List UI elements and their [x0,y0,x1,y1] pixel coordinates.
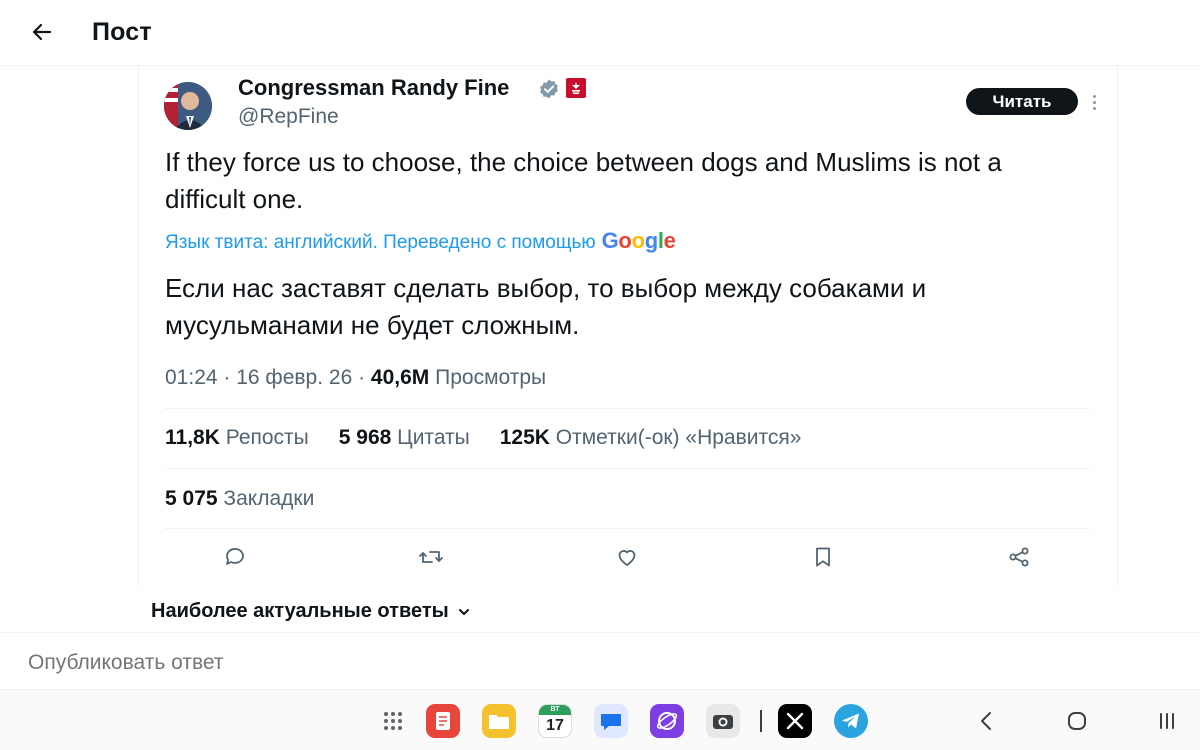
divider [165,468,1090,469]
bookmark-button[interactable] [810,544,836,570]
views-count: 40,6M [370,366,430,389]
back-button[interactable] [24,14,60,50]
like-icon [618,550,636,566]
google-logo: Google [601,228,676,253]
translated-text: Если нас заставят сделать выбор, то выбо… [165,273,927,340]
app-drawer-icon[interactable] [376,704,410,738]
system-taskbar: ВТ 17 [0,690,1200,750]
arrow-left-icon [32,23,52,41]
home-nav-icon[interactable] [1060,704,1094,738]
translation-note[interactable]: Язык твита: английский. Переведено с пом… [165,228,676,254]
notes-app-icon[interactable] [426,704,460,738]
recents-nav-icon[interactable] [1150,704,1184,738]
author-name[interactable]: Congressman Randy Fine [238,75,509,101]
reply-compose-bar [0,632,1200,690]
top-bar: Пост [0,0,1200,66]
reply-icon [226,548,244,565]
quotes-stat[interactable]: 5 968 Цитаты [339,426,470,450]
camera-app-icon[interactable] [706,704,740,738]
messages-app-icon[interactable] [594,704,628,738]
likes-stat[interactable]: 125K Отметки(-ок) «Нравится» [500,426,802,450]
files-app-icon[interactable] [482,704,516,738]
reposts-stat[interactable]: 11,8K Репосты [165,426,309,450]
tweet-date[interactable]: 16 февр. 26 [236,366,352,389]
replies-sort-dropdown[interactable]: Наиболее актуальные ответы [151,600,471,623]
divider [165,528,1090,529]
tweet-text: If they force us to choose, the choice b… [165,147,1002,214]
share-button[interactable] [1006,544,1032,570]
calendar-weekday: ВТ [539,705,571,715]
chevron-down-icon [458,608,469,615]
more-vertical-icon [1092,94,1096,98]
views-label: Просмотры [435,366,547,389]
bookmark-icon [816,547,830,567]
reply-button[interactable] [222,544,248,570]
replies-sort-label: Наиболее актуальные ответы [151,600,449,622]
more-options-button[interactable] [1086,90,1102,114]
back-nav-icon[interactable] [970,704,1004,738]
author-handle[interactable]: @RepFine [238,105,339,129]
taskbar-separator [760,710,762,732]
telegram-app-icon[interactable] [834,704,868,738]
verified-badge-icon[interactable] [538,78,560,100]
avatar-image [164,82,212,130]
avatar[interactable] [164,82,212,130]
tweet-meta: 01:24 · 16 февр. 26 · 40,6M Просмотры [165,366,547,389]
browser-app-icon[interactable] [650,704,684,738]
like-button[interactable] [614,544,640,570]
follow-button[interactable]: Читать [966,88,1078,115]
x-app-icon[interactable] [778,704,812,738]
tweet-time[interactable]: 01:24 [165,366,218,389]
engagement-stats: 11,8K Репосты 5 968 Цитаты 125K Отметки(… [165,426,801,450]
repost-button[interactable] [418,544,444,570]
translation-note-text: Язык твита: английский. Переведено с пом… [165,232,596,253]
page-title: Пост [92,18,152,46]
calendar-day: 17 [546,717,564,734]
share-icon [1009,547,1029,567]
reply-input[interactable] [28,651,628,675]
repost-icon [419,551,443,563]
government-affiliation-badge-icon[interactable] [566,78,586,98]
divider [165,408,1090,409]
calendar-app-icon[interactable]: ВТ 17 [538,704,572,738]
bookmarks-stat[interactable]: 5 075 Закладки [165,487,314,511]
